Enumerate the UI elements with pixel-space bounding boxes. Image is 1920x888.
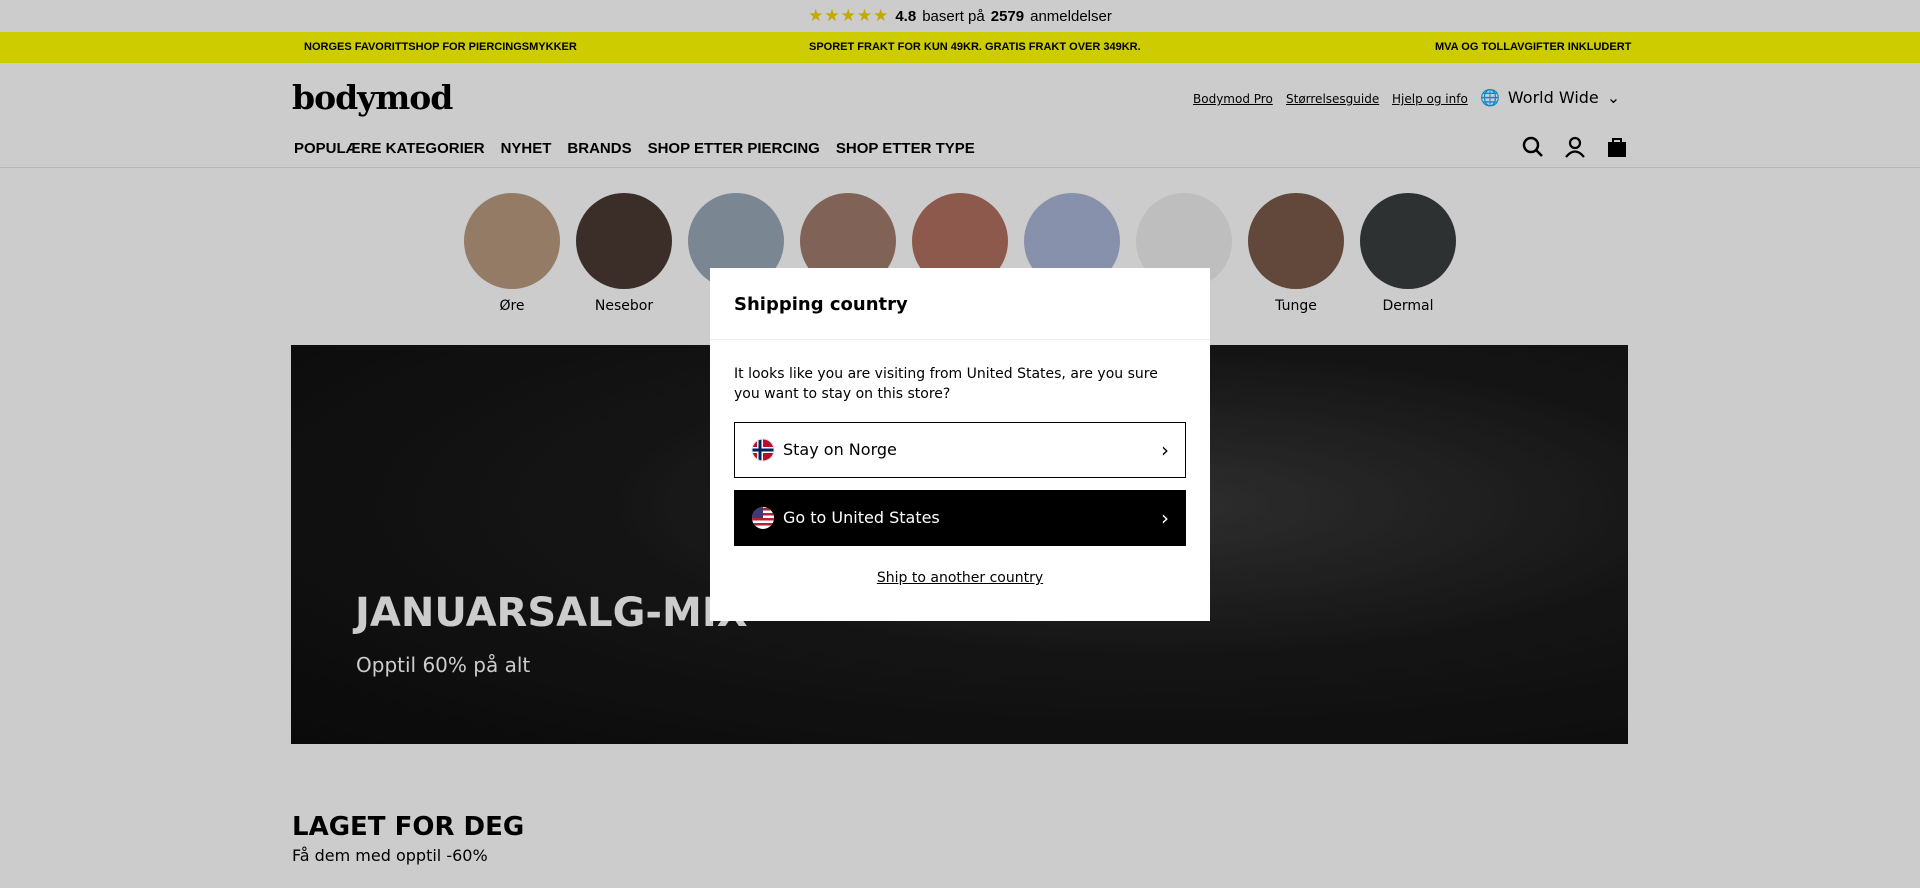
chevron-right-icon: › [1161,438,1169,462]
ship-another-country-link[interactable]: Ship to another country [734,568,1186,588]
us-flag-icon [752,507,774,529]
go-label: Go to United States [783,508,940,527]
modal-title: Shipping country [710,268,1210,340]
shipping-country-modal: Shipping country It looks like you are v… [710,268,1210,621]
go-to-us-button[interactable]: Go to United States › [734,490,1186,546]
stay-label: Stay on Norge [783,440,897,459]
stay-on-norge-button[interactable]: Stay on Norge › [734,422,1186,478]
chevron-right-icon: › [1161,506,1169,530]
modal-message: It looks like you are visiting from Unit… [734,366,1158,402]
norway-flag-icon [751,438,775,462]
